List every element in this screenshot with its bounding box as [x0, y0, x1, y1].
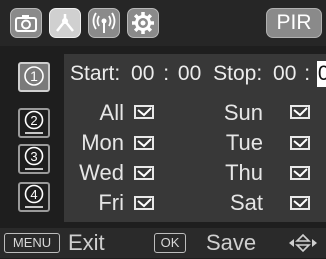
- start-separator: :: [163, 62, 170, 85]
- schedule-3-icon: 3: [24, 146, 44, 170]
- sidebar-item-schedule-1[interactable]: 1: [18, 62, 50, 92]
- day-label-all: All: [99, 100, 124, 125]
- tab-wireless[interactable]: [88, 8, 120, 38]
- stop-minute-field[interactable]: 00: [316, 61, 326, 87]
- dpad-icon: [289, 233, 317, 253]
- checkbox-mon[interactable]: [134, 136, 154, 150]
- day-label-sat: Sat: [229, 190, 263, 215]
- stop-separator: :: [304, 62, 311, 85]
- checkbox-wed[interactable]: [134, 166, 154, 180]
- check-icon: [293, 107, 308, 117]
- tab-settings[interactable]: [127, 8, 159, 38]
- check-icon: [137, 107, 152, 117]
- ok-key[interactable]: OK: [154, 233, 186, 253]
- start-label: Start:: [70, 62, 121, 85]
- tab-network[interactable]: [49, 8, 81, 38]
- checkbox-all[interactable]: [134, 105, 154, 119]
- schedule-1-icon: 1: [24, 66, 44, 86]
- check-icon: [137, 168, 152, 178]
- day-label-wed: Wed: [79, 160, 124, 185]
- check-icon: [137, 198, 152, 208]
- checkbox-thu[interactable]: [290, 166, 310, 180]
- check-icon: [293, 198, 308, 208]
- checkbox-sun[interactable]: [290, 105, 310, 119]
- day-label-thu: Thu: [225, 160, 263, 185]
- day-label-mon: Mon: [81, 130, 124, 155]
- tab-camera[interactable]: [10, 8, 42, 38]
- schedule-number: 4: [30, 187, 37, 202]
- schedule-number: 2: [30, 113, 37, 128]
- schedule-number: 3: [30, 149, 37, 164]
- camera-icon: [15, 15, 37, 32]
- schedule-4-icon: 4: [24, 184, 44, 208]
- checkbox-tue[interactable]: [290, 136, 310, 150]
- check-icon: [293, 138, 308, 148]
- check-icon: [137, 138, 152, 148]
- stop-hour-field[interactable]: 00: [273, 61, 296, 87]
- day-label-fri: Fri: [98, 190, 124, 215]
- sidebar-item-schedule-4[interactable]: 4: [18, 182, 50, 212]
- exit-label: Exit: [68, 230, 105, 255]
- navigation-key[interactable]: [287, 232, 319, 259]
- save-label: Save: [206, 230, 257, 255]
- wireless-signal-icon: [92, 12, 116, 33]
- mode-badge: PIR: [266, 8, 322, 38]
- menu-key[interactable]: MENU: [4, 233, 60, 253]
- sidebar-item-schedule-2[interactable]: 2: [18, 108, 50, 138]
- day-label-sun: Sun: [223, 100, 263, 125]
- checkbox-sat[interactable]: [290, 196, 310, 210]
- check-icon: [293, 168, 308, 178]
- gear-icon: [132, 12, 154, 34]
- stop-label: Stop:: [213, 62, 263, 85]
- network-icon: [56, 14, 74, 32]
- start-minute-field[interactable]: 00: [178, 61, 201, 87]
- checkbox-fri[interactable]: [134, 196, 154, 210]
- sidebar-item-schedule-3[interactable]: 3: [18, 144, 50, 174]
- schedule-number: 1: [30, 68, 38, 84]
- time-range-row: Start: 00 : 00 Stop: 00 : 00: [70, 61, 326, 87]
- schedule-2-icon: 2: [24, 110, 44, 134]
- day-label-tue: Tue: [225, 130, 263, 155]
- start-hour-field[interactable]: 00: [131, 61, 154, 87]
